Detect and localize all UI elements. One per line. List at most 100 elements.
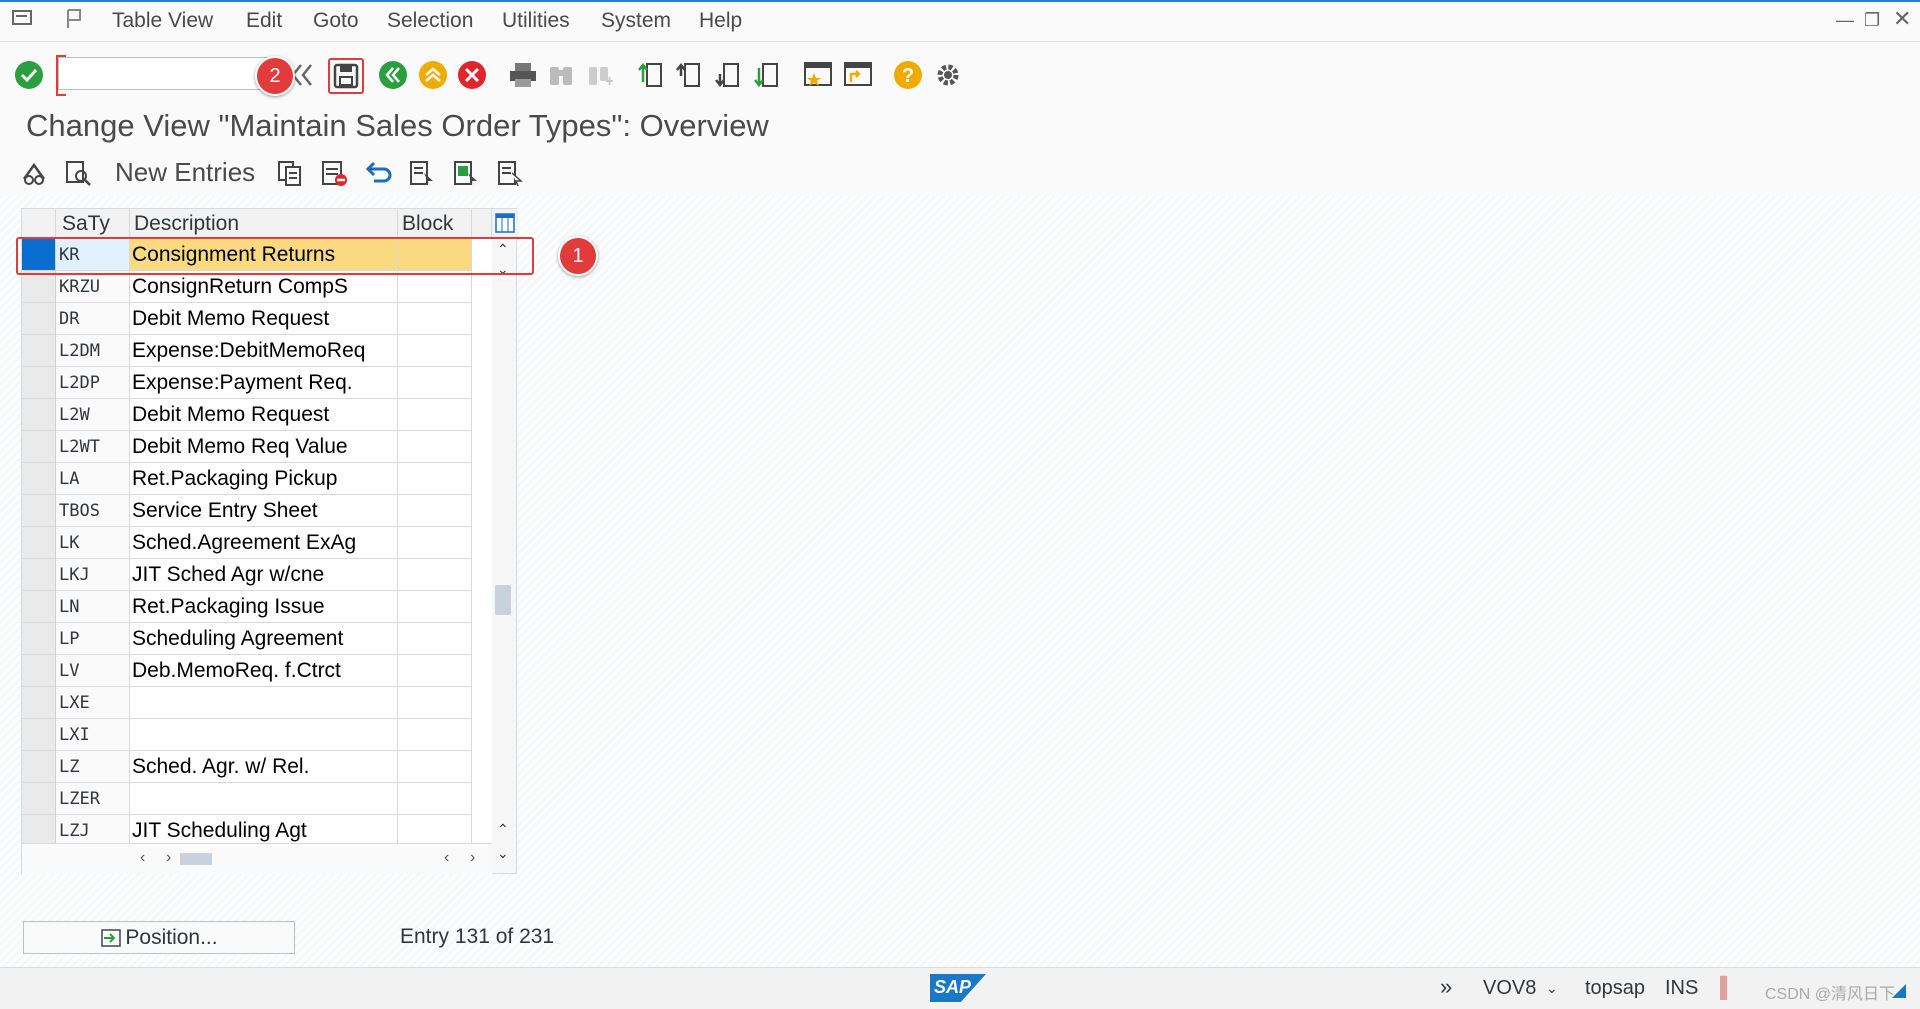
table-row[interactable]: LN Ret.Packaging Issue [22,591,492,623]
cell-saty[interactable]: LP [56,623,130,655]
cell-block[interactable] [398,527,472,559]
row-selector[interactable] [22,591,56,623]
row-selector[interactable] [22,271,56,303]
table-row[interactable]: LXI [22,719,492,751]
cell-description[interactable]: Service Entry Sheet [130,495,398,527]
horizontal-scrollbar[interactable]: ‹ › ‹ › [22,843,492,874]
cell-saty[interactable]: L2WT [56,431,130,463]
minimize-icon[interactable]: — [1836,10,1854,31]
select-all-icon[interactable] [408,159,436,187]
help-icon[interactable]: ? [893,60,923,90]
menu-utilities[interactable]: Utilities [502,9,570,33]
table-row[interactable]: KRZU ConsignReturn CompS [22,271,492,303]
table-row[interactable]: TBOS Service Entry Sheet [22,495,492,527]
table-row[interactable]: LK Sched.Agreement ExAg [22,527,492,559]
scroll-right-2-icon[interactable]: › [470,849,475,867]
cell-saty[interactable]: LV [56,655,130,687]
cell-description[interactable]: Sched. Agr. w/ Rel. [130,751,398,783]
select-block-cursor-icon[interactable] [452,159,480,187]
table-row[interactable]: DR Debit Memo Request [22,303,492,335]
row-selector[interactable] [22,431,56,463]
status-expand-icon[interactable]: » [1440,974,1452,1000]
cell-description[interactable]: Sched.Agreement ExAg [130,527,398,559]
first-page-icon[interactable] [636,60,666,90]
cell-saty[interactable]: LK [56,527,130,559]
cell-block[interactable] [398,655,472,687]
cell-block[interactable] [398,495,472,527]
position-button[interactable]: Position... [23,921,295,954]
copy-as-icon[interactable] [276,159,304,187]
save-button[interactable] [328,58,364,94]
scroll-page-up-icon[interactable]: ⌃ [497,821,509,838]
cell-saty[interactable]: KRZU [56,271,130,303]
scroll-left-2-icon[interactable]: ‹ [444,849,449,867]
cell-description[interactable]: Ret.Packaging Pickup [130,463,398,495]
cell-saty[interactable]: LZ [56,751,130,783]
back-icon[interactable] [378,60,408,90]
cell-saty[interactable]: LN [56,591,130,623]
cell-description[interactable] [130,687,398,719]
menu-table-view[interactable]: Table View [112,9,213,33]
new-entries-button[interactable]: New Entries [115,157,255,188]
table-row[interactable]: LA Ret.Packaging Pickup [22,463,492,495]
table-row[interactable]: LZ Sched. Agr. w/ Rel. [22,751,492,783]
table-row[interactable]: L2W Debit Memo Request [22,399,492,431]
row-selector[interactable] [22,655,56,687]
cell-description[interactable]: Debit Memo Request [130,303,398,335]
delete-icon[interactable] [320,159,348,187]
cell-block[interactable] [398,559,472,591]
table-row[interactable]: L2WT Debit Memo Req Value [22,431,492,463]
table-row[interactable]: LZER [22,783,492,815]
close-window-icon[interactable]: ✕ [1893,6,1911,32]
cell-saty[interactable]: LKJ [56,559,130,591]
table-row[interactable]: LP Scheduling Agreement [22,623,492,655]
previous-page-icon[interactable] [674,60,704,90]
select-all-header[interactable] [22,209,56,239]
cell-saty[interactable]: LXI [56,719,130,751]
cell-block[interactable] [398,303,472,335]
status-mode[interactable]: INS [1665,977,1698,1000]
cell-description[interactable]: Expense:DebitMemoReq [130,335,398,367]
cell-block[interactable] [398,367,472,399]
row-selector[interactable] [22,399,56,431]
cell-saty[interactable]: LA [56,463,130,495]
table-row[interactable]: LV Deb.MemoReq. f.Ctrct [22,655,492,687]
create-session-icon[interactable] [803,60,833,90]
cell-block[interactable] [398,431,472,463]
status-dropdown-icon[interactable]: ⌄ [1546,980,1558,997]
command-field[interactable] [58,57,278,90]
resize-corner-icon[interactable] [1892,984,1906,998]
cell-block[interactable] [398,591,472,623]
cell-saty[interactable]: DR [56,303,130,335]
command-input[interactable] [59,58,277,89]
hscroll-thumb[interactable] [180,853,212,865]
column-settings-icon[interactable] [492,209,518,239]
row-selector[interactable] [22,367,56,399]
vertical-scrollbar[interactable]: ⌃ ⌄ ⌃ ⌄ [492,239,516,873]
cell-description[interactable]: Ret.Packaging Issue [130,591,398,623]
restore-icon[interactable]: ❐ [1864,10,1880,31]
row-selector[interactable] [22,559,56,591]
enter-icon[interactable] [14,60,44,90]
undo-icon[interactable] [364,159,392,187]
cell-description[interactable]: Deb.MemoReq. f.Ctrct [130,655,398,687]
cell-description[interactable]: ConsignReturn CompS [130,271,398,303]
menu-goto[interactable]: Goto [313,9,359,33]
menu-system[interactable]: System [601,9,671,33]
scroll-page-down-icon[interactable]: ⌄ [497,845,509,862]
header-saty[interactable]: SaTy [56,209,130,239]
header-block[interactable]: Block [398,209,472,239]
cell-description[interactable]: Debit Memo Request [130,399,398,431]
menu-selection[interactable]: Selection [387,9,473,33]
settings-gear-icon[interactable] [933,60,963,90]
scroll-left-icon[interactable]: ‹ [140,849,145,867]
cell-description[interactable]: Scheduling Agreement [130,623,398,655]
cell-saty[interactable]: LXE [56,687,130,719]
cell-saty[interactable]: TBOS [56,495,130,527]
cell-block[interactable] [398,687,472,719]
scroll-right-icon[interactable]: › [166,849,171,867]
row-selector[interactable] [22,623,56,655]
favorites-icon[interactable] [64,8,86,36]
find-icon[interactable] [546,60,576,90]
find-next-icon[interactable] [585,60,615,90]
